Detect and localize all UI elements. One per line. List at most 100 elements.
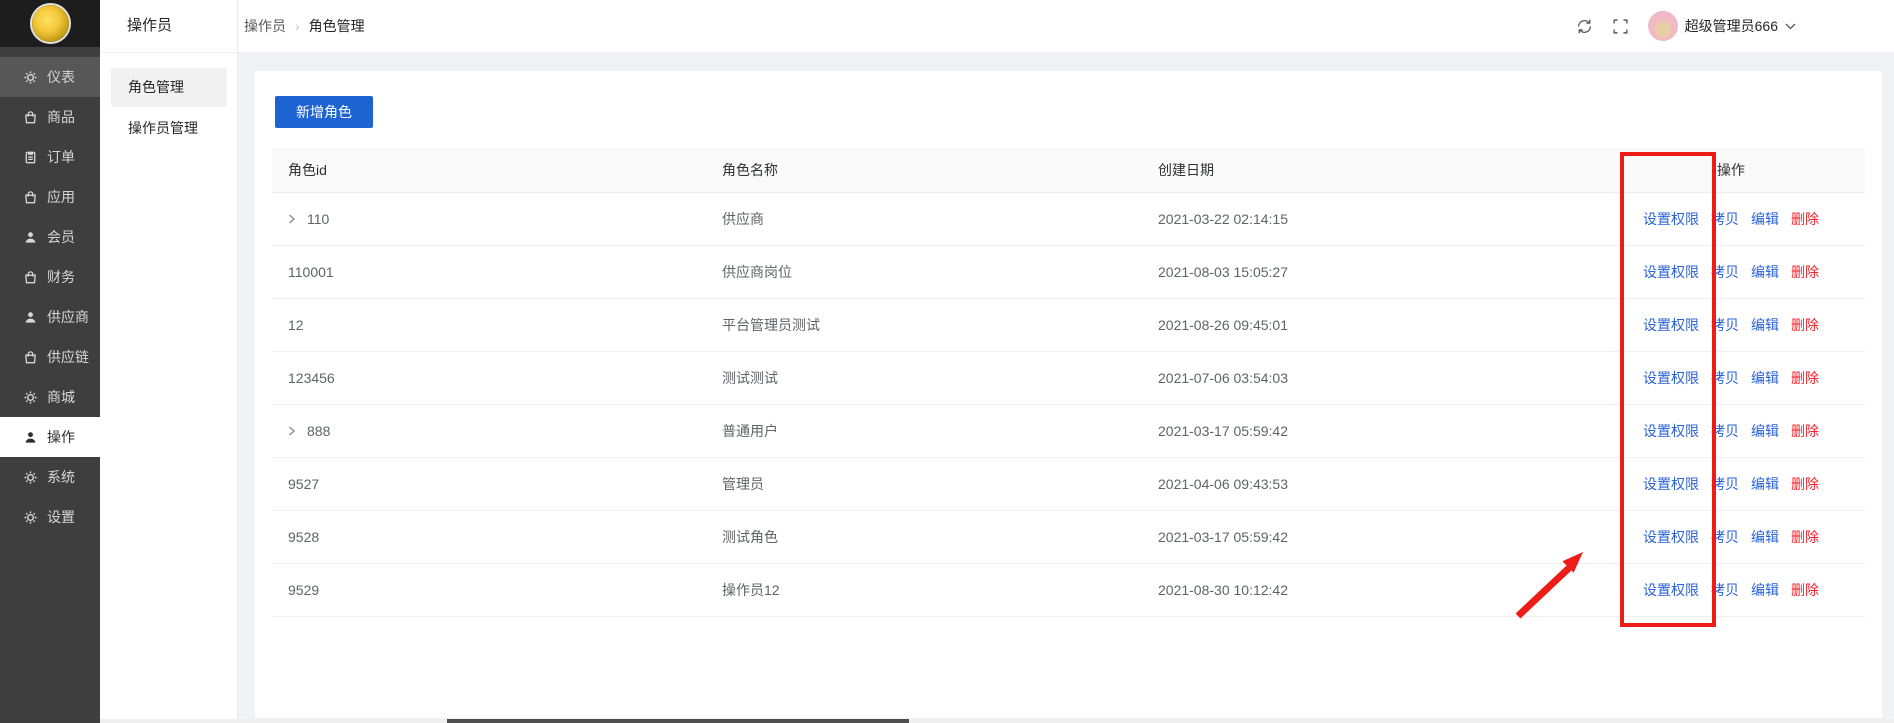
copy-link[interactable]: 拷贝 (1711, 474, 1739, 494)
sidebar-item-settings[interactable]: 设置 (0, 497, 100, 537)
sidebar-item-label: 会员 (47, 227, 75, 247)
table-row: 12 平台管理员测试 2021-08-26 09:45:01 设置权限 拷贝 编… (272, 299, 1865, 352)
cell-actions: 设置权限 拷贝 编辑 删除 (1610, 564, 1865, 616)
edit-link[interactable]: 编辑 (1751, 262, 1779, 282)
edit-link[interactable]: 编辑 (1751, 580, 1779, 600)
avatar[interactable] (1648, 11, 1678, 41)
copy-link[interactable]: 拷贝 (1711, 315, 1739, 335)
table-row: 110 供应商 2021-03-22 02:14:15 设置权限 拷贝 编辑 删… (272, 193, 1865, 246)
user-menu[interactable]: 超级管理员666 (1648, 11, 1796, 41)
add-role-button[interactable]: 新增角色 (275, 96, 373, 128)
copy-link[interactable]: 拷贝 (1711, 421, 1739, 441)
set-permissions-link[interactable]: 设置权限 (1643, 527, 1699, 547)
delete-link[interactable]: 删除 (1791, 527, 1819, 547)
table-row: 9527 管理员 2021-04-06 09:43:53 设置权限 拷贝 编辑 … (272, 458, 1865, 511)
sidebar-item-goods[interactable]: 商品 (0, 97, 100, 137)
sidebar-item-mall[interactable]: 商城 (0, 377, 100, 417)
horizontal-scrollbar-track (100, 719, 1894, 723)
column-header-role-id: 角色id (272, 148, 706, 192)
sidebar-item-suppliers[interactable]: 供应商 (0, 297, 100, 337)
gauge-icon (23, 70, 38, 85)
breadcrumb-current: 角色管理 (309, 16, 365, 36)
set-permissions-link[interactable]: 设置权限 (1643, 421, 1699, 441)
role-id: 9528 (288, 529, 319, 545)
user-icon (23, 430, 38, 445)
edit-link[interactable]: 编辑 (1751, 421, 1779, 441)
cell-created-date: 2021-03-22 02:14:15 (1142, 193, 1610, 245)
cell-actions: 设置权限 拷贝 编辑 删除 (1610, 352, 1865, 404)
delete-link[interactable]: 删除 (1791, 368, 1819, 388)
breadcrumb-prev[interactable]: 操作员 (244, 16, 286, 36)
cell-role-name: 管理员 (706, 458, 1142, 510)
sidebar-item-label: 供应链 (47, 347, 89, 367)
bag-icon (23, 350, 38, 365)
cell-role-id: 9528 (272, 511, 706, 563)
app-root: 仪表 商品 订单 应用 会员 财务 (0, 0, 1894, 723)
delete-link[interactable]: 删除 (1791, 474, 1819, 494)
cell-role-name: 操作员12 (706, 564, 1142, 616)
set-permissions-link[interactable]: 设置权限 (1643, 580, 1699, 600)
fullscreen-icon[interactable] (1612, 18, 1629, 35)
horizontal-scrollbar-thumb[interactable] (447, 719, 909, 723)
submenu-item-operator-management[interactable]: 操作员管理 (111, 109, 227, 148)
content-card: 新增角色 角色id 角色名称 创建日期 操作 110 供应商 2021-03-2… (255, 71, 1882, 718)
set-permissions-link[interactable]: 设置权限 (1643, 368, 1699, 388)
sidebar-item-label: 操作 (47, 427, 75, 447)
sidebar-item-operations[interactable]: 操作 (0, 417, 100, 457)
table-row: 9529 操作员12 2021-08-30 10:12:42 设置权限 拷贝 编… (272, 564, 1865, 617)
sidebar-item-label: 供应商 (47, 307, 89, 327)
copy-link[interactable]: 拷贝 (1711, 368, 1739, 388)
sidebar-item-finance[interactable]: 财务 (0, 257, 100, 297)
copy-link[interactable]: 拷贝 (1711, 262, 1739, 282)
set-permissions-link[interactable]: 设置权限 (1643, 262, 1699, 282)
edit-link[interactable]: 编辑 (1751, 527, 1779, 547)
cell-actions: 设置权限 拷贝 编辑 删除 (1610, 511, 1865, 563)
edit-link[interactable]: 编辑 (1751, 368, 1779, 388)
content-area: 新增角色 角色id 角色名称 创建日期 操作 110 供应商 2021-03-2… (238, 53, 1894, 723)
sidebar-item-orders[interactable]: 订单 (0, 137, 100, 177)
user-icon (23, 230, 38, 245)
cell-role-id: 888 (272, 405, 706, 457)
set-permissions-link[interactable]: 设置权限 (1643, 474, 1699, 494)
delete-link[interactable]: 删除 (1791, 315, 1819, 335)
sidebar-item-members[interactable]: 会员 (0, 217, 100, 257)
submenu-item-role-management[interactable]: 角色管理 (111, 68, 227, 107)
cell-role-name: 普通用户 (706, 405, 1142, 457)
set-permissions-link[interactable]: 设置权限 (1643, 315, 1699, 335)
cell-created-date: 2021-03-17 05:59:42 (1142, 405, 1610, 457)
sidebar-item-dashboard[interactable]: 仪表 (0, 57, 100, 97)
cell-created-date: 2021-03-17 05:59:42 (1142, 511, 1610, 563)
roles-table: 角色id 角色名称 创建日期 操作 110 供应商 2021-03-22 02:… (272, 148, 1865, 617)
copy-link[interactable]: 拷贝 (1711, 580, 1739, 600)
role-id: 9527 (288, 476, 319, 492)
delete-link[interactable]: 删除 (1791, 421, 1819, 441)
set-permissions-link[interactable]: 设置权限 (1643, 209, 1699, 229)
edit-link[interactable]: 编辑 (1751, 315, 1779, 335)
table-row: 123456 测试测试 2021-07-06 03:54:03 设置权限 拷贝 … (272, 352, 1865, 405)
cell-role-name: 供应商 (706, 193, 1142, 245)
delete-link[interactable]: 删除 (1791, 580, 1819, 600)
copy-link[interactable]: 拷贝 (1711, 209, 1739, 229)
cell-role-id: 9527 (272, 458, 706, 510)
delete-link[interactable]: 删除 (1791, 209, 1819, 229)
gear-icon (23, 510, 38, 525)
delete-link[interactable]: 删除 (1791, 262, 1819, 282)
cell-role-name: 测试测试 (706, 352, 1142, 404)
table-row: 9528 测试角色 2021-03-17 05:59:42 设置权限 拷贝 编辑… (272, 511, 1865, 564)
expand-row-icon[interactable] (288, 426, 298, 436)
sidebar-item-apps[interactable]: 应用 (0, 177, 100, 217)
role-id: 110001 (288, 264, 334, 280)
cell-role-id: 12 (272, 299, 706, 351)
app-logo (32, 5, 69, 42)
sidebar-item-label: 系统 (47, 467, 75, 487)
cell-role-name: 平台管理员测试 (706, 299, 1142, 351)
expand-row-icon[interactable] (288, 214, 298, 224)
sidebar-item-supply-chain[interactable]: 供应链 (0, 337, 100, 377)
edit-link[interactable]: 编辑 (1751, 474, 1779, 494)
sidebar-item-system[interactable]: 系统 (0, 457, 100, 497)
copy-link[interactable]: 拷贝 (1711, 527, 1739, 547)
sidebar-item-label: 财务 (47, 267, 75, 287)
sidebar-item-label: 商城 (47, 387, 75, 407)
edit-link[interactable]: 编辑 (1751, 209, 1779, 229)
refresh-icon[interactable] (1576, 18, 1593, 35)
